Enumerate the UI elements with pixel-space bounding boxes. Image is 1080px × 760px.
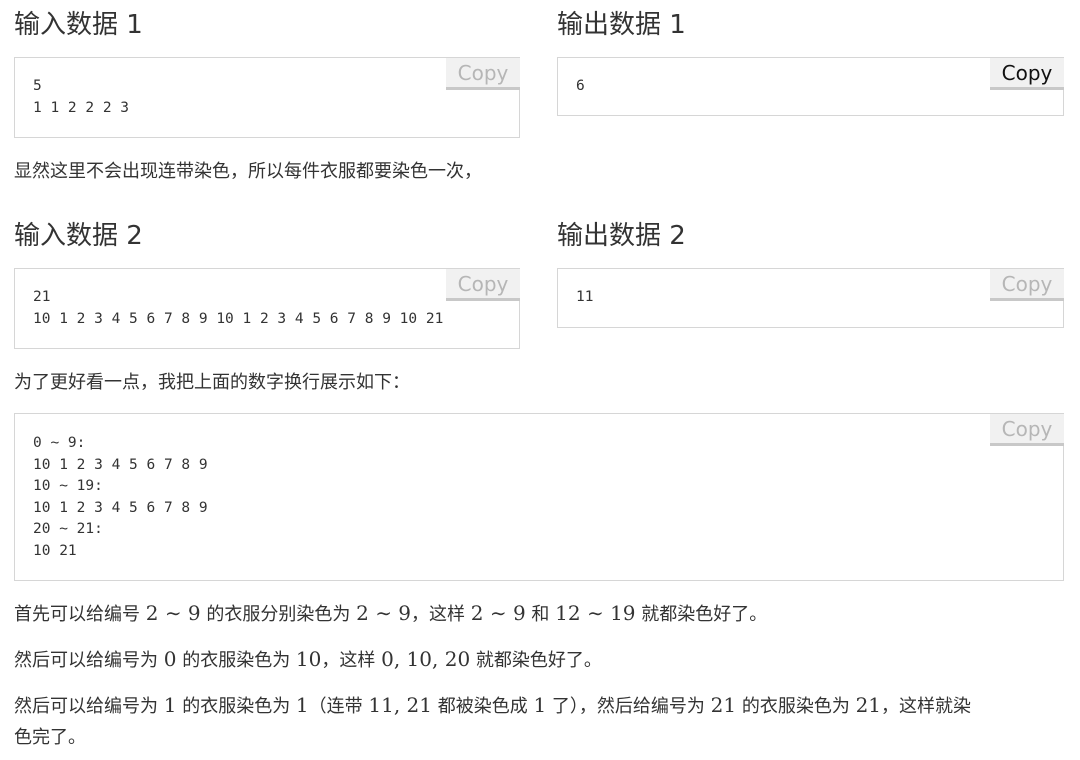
explanation-text: ，这样就染 bbox=[881, 696, 972, 717]
explanation-text: 的衣服染色为 bbox=[176, 696, 296, 717]
explanation-line-2: 然后可以给编号为 0 的衣服染色为 10，这样 0, 10, 20 就都染色好了… bbox=[14, 644, 602, 676]
sample-2-output-box: 11 Copy bbox=[557, 268, 1064, 328]
sample-1-input-heading: 输入数据 1 bbox=[14, 10, 143, 40]
code-block-text: 0 ~ 9: 10 1 2 3 4 5 6 7 8 9 10 ~ 19: 10 … bbox=[33, 435, 208, 559]
math-expression: 0 bbox=[163, 647, 177, 671]
math-expression: 12 ∼ 19 bbox=[555, 601, 636, 625]
sample-1-output-box: 6 Copy bbox=[557, 57, 1064, 116]
copy-button[interactable]: Copy bbox=[990, 269, 1064, 301]
math-expression: 2 ∼ 9 bbox=[356, 601, 412, 625]
explanation-line-3: 然后可以给编号为 1 的衣服染色为 1（连带 11, 21 都被染色成 1 了）… bbox=[14, 690, 1069, 753]
math-expression: 1 bbox=[295, 693, 309, 717]
math-expression: 2 ∼ 9 bbox=[470, 601, 526, 625]
sample-1-output-text: 6 bbox=[576, 78, 585, 94]
sample-1-output-heading: 输出数据 1 bbox=[557, 10, 686, 40]
math-expression: 1 bbox=[163, 693, 177, 717]
sample-2-output-text: 11 bbox=[576, 289, 594, 305]
math-expression: 1 bbox=[533, 693, 547, 717]
note-1: 显然这里不会出现连带染色，所以每件衣服都要染色一次， bbox=[14, 161, 482, 182]
explanation-text: ，这样 bbox=[411, 604, 471, 625]
copy-button[interactable]: Copy bbox=[446, 269, 520, 301]
math-expression: 21 bbox=[855, 693, 882, 717]
explanation-text: ，这样 bbox=[321, 650, 382, 671]
note-2: 为了更好看一点，我把上面的数字换行展示如下： bbox=[14, 372, 410, 393]
copy-button[interactable]: Copy bbox=[990, 58, 1064, 90]
explanation-text: 了），然后给编号为 bbox=[546, 696, 711, 717]
math-expression: 11, 21 bbox=[368, 693, 433, 717]
explanation-text: 的衣服染色为 bbox=[176, 650, 296, 671]
explanation-text: 色完了。 bbox=[14, 727, 86, 748]
sample-1-input-box: 5 1 1 2 2 2 3 Copy bbox=[14, 57, 520, 138]
explanation-line-1: 首先可以给编号 2 ∼ 9 的衣服分别染色为 2 ∼ 9，这样 2 ∼ 9 和 … bbox=[14, 598, 767, 630]
explanation-text: 首先可以给编号 bbox=[14, 604, 146, 625]
copy-button[interactable]: Copy bbox=[990, 414, 1064, 446]
math-expression: 2 ∼ 9 bbox=[145, 601, 201, 625]
math-expression: 0, 10, 20 bbox=[381, 647, 471, 671]
sample-2-output-heading: 输出数据 2 bbox=[557, 221, 686, 251]
sample-2-input-box: 21 10 1 2 3 4 5 6 7 8 9 10 1 2 3 4 5 6 7… bbox=[14, 268, 520, 349]
explanation-text: （连带 bbox=[308, 696, 369, 717]
explanation-text: 都被染色成 bbox=[432, 696, 534, 717]
code-block: 0 ~ 9: 10 1 2 3 4 5 6 7 8 9 10 ~ 19: 10 … bbox=[14, 413, 1064, 581]
explanation-text: 然后可以给编号为 bbox=[14, 650, 164, 671]
explanation-text: 的衣服分别染色为 bbox=[200, 604, 357, 625]
explanation-text: 和 bbox=[525, 604, 556, 625]
explanation-text: 就都染色好了。 bbox=[470, 650, 602, 671]
explanation-text: 然后可以给编号为 bbox=[14, 696, 164, 717]
sample-2-input-text: 21 10 1 2 3 4 5 6 7 8 9 10 1 2 3 4 5 6 7… bbox=[33, 289, 444, 327]
explanation-text: 的衣服染色为 bbox=[736, 696, 856, 717]
explanation-text: 就都染色好了。 bbox=[635, 604, 768, 625]
sample-1-input-text: 5 1 1 2 2 2 3 bbox=[33, 78, 130, 116]
math-expression: 10 bbox=[295, 647, 322, 671]
copy-button[interactable]: Copy bbox=[446, 58, 520, 90]
math-expression: 21 bbox=[710, 693, 737, 717]
sample-2-input-heading: 输入数据 2 bbox=[14, 221, 143, 251]
